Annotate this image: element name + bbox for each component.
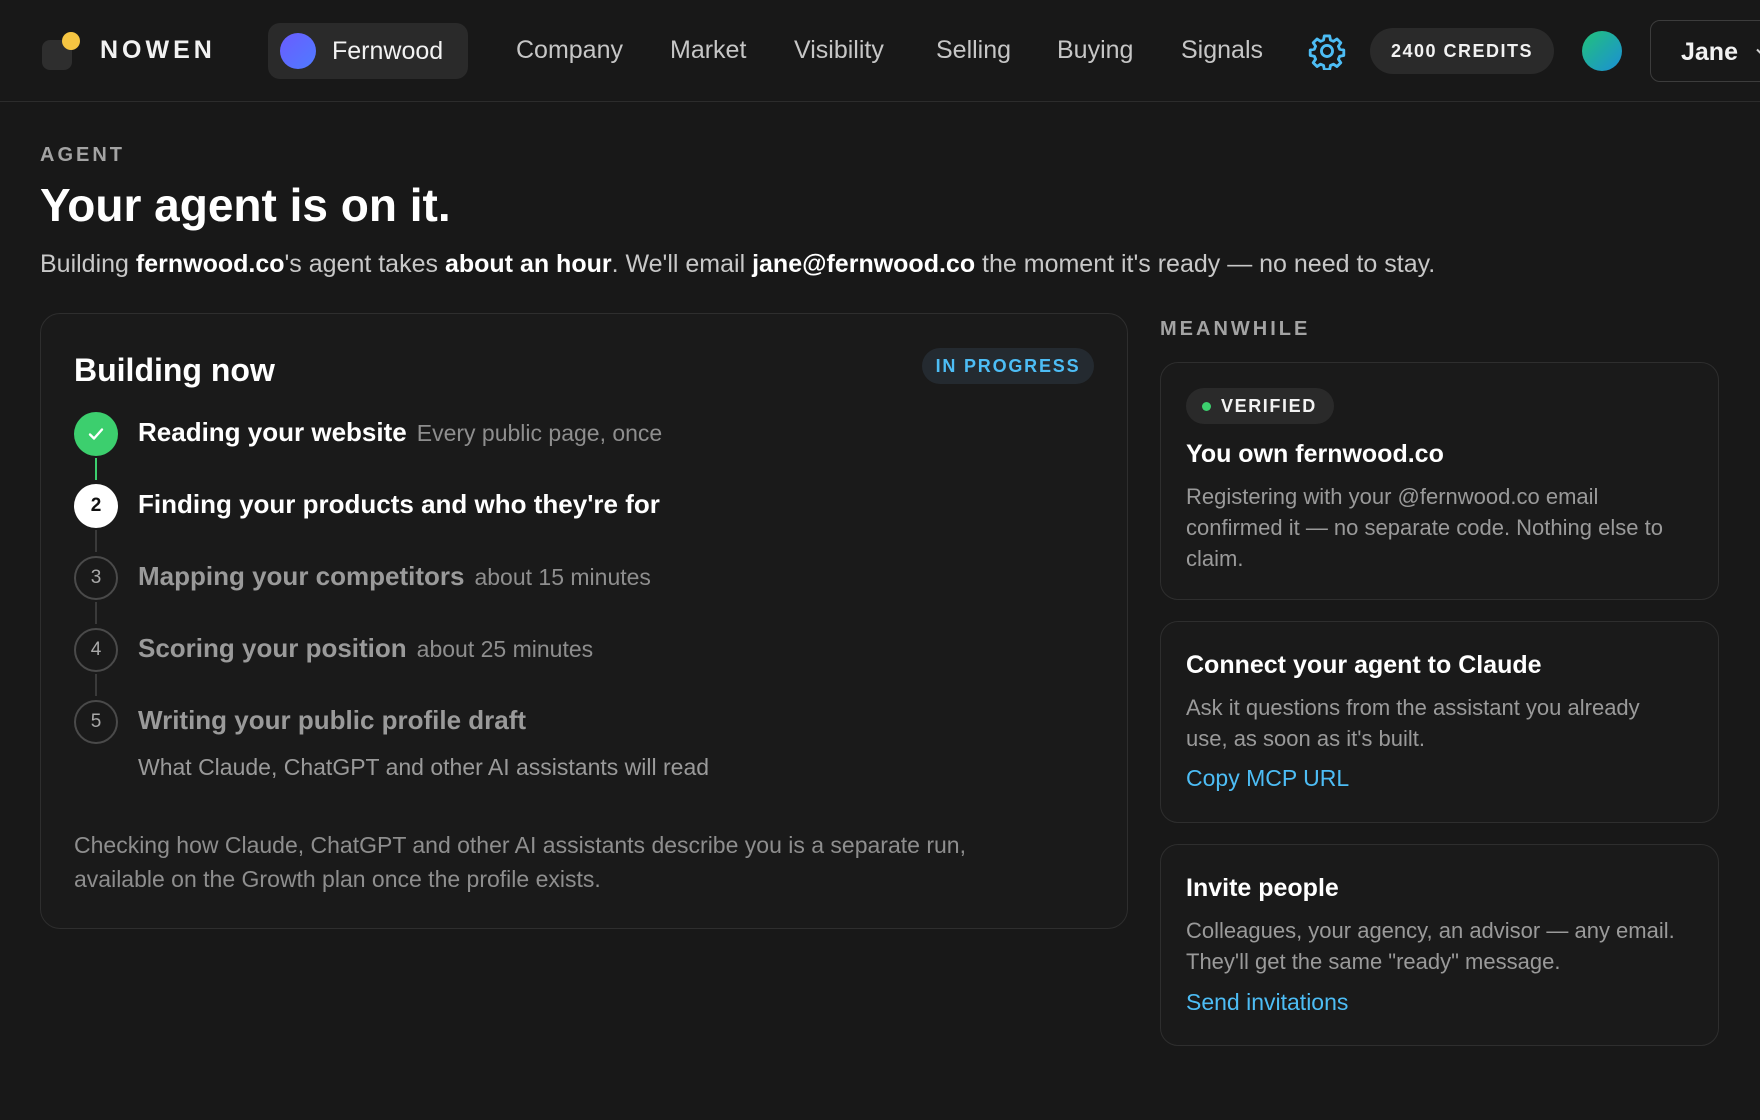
- user-menu-button[interactable]: Jane: [1650, 20, 1760, 82]
- connect-card-body: Ask it questions from the assistant you …: [1186, 695, 1640, 751]
- step-5-title: Writing your public profile draft: [138, 705, 527, 735]
- credits-badge[interactable]: 2400 CREDITS: [1370, 28, 1554, 74]
- step-connector: [95, 458, 97, 480]
- step-4-note: about 25 minutes: [416, 636, 594, 662]
- gear-icon[interactable]: [1308, 32, 1346, 70]
- page-title: Your agent is on it.: [40, 179, 451, 231]
- status-dot-icon: [1202, 401, 1211, 411]
- top-bar: NOWEN Fernwood Company Market Visibility…: [0, 0, 1760, 102]
- page-eyebrow: AGENT: [40, 144, 125, 166]
- duration-text: about an hour: [444, 250, 612, 278]
- step-connector: [95, 602, 97, 624]
- step-connector: [95, 530, 97, 552]
- invite-card-body: Colleagues, your agency, an advisor — an…: [1186, 918, 1675, 974]
- chevron-down-icon: [1756, 48, 1760, 54]
- step-1-title: Reading your website Every public page, o…: [138, 417, 663, 447]
- step-4-title: Scoring your position about 25 minutes: [138, 633, 594, 663]
- step-2-number: 2: [74, 484, 118, 528]
- workspace-name: Fernwood: [332, 36, 444, 65]
- step-3-number: 3: [74, 556, 118, 600]
- domain-text: fernwood.co: [135, 250, 285, 278]
- step-1-note: Every public page, once: [416, 420, 663, 446]
- step-4-number: 4: [74, 628, 118, 672]
- nav-selling[interactable]: Selling: [936, 36, 1011, 65]
- email-text: jane@fernwood.co: [752, 250, 976, 278]
- step-2-title: Finding your products and who they're fo…: [138, 489, 660, 519]
- step-connector: [95, 674, 97, 696]
- user-name: Jane: [1681, 38, 1738, 66]
- connect-card-title: Connect your agent to Claude: [1186, 651, 1542, 679]
- building-footnote: Checking how Claude, ChatGPT and other A…: [74, 832, 966, 892]
- nav-company[interactable]: Company: [516, 36, 623, 65]
- building-card-title: Building now: [74, 352, 275, 388]
- send-invitations-link[interactable]: Send invitations: [1186, 989, 1348, 1016]
- copy-mcp-url-link[interactable]: Copy MCP URL: [1186, 765, 1349, 792]
- avatar[interactable]: [1582, 31, 1622, 71]
- verified-card-body: Registering with your @fernwood.co email…: [1186, 484, 1663, 571]
- nav-buying[interactable]: Buying: [1057, 36, 1133, 65]
- nav-signals[interactable]: Signals: [1181, 36, 1263, 65]
- nav-visibility[interactable]: Visibility: [794, 36, 884, 65]
- verified-card-title: You own fernwood.co: [1186, 440, 1444, 468]
- status-badge: IN PROGRESS: [922, 348, 1094, 384]
- step-5-number: 5: [74, 700, 118, 744]
- nav-market[interactable]: Market: [670, 36, 746, 65]
- verified-badge: VERIFIED: [1186, 388, 1334, 424]
- meanwhile-heading: MEANWHILE: [1160, 318, 1311, 340]
- step-1-check-icon: [74, 412, 118, 456]
- page-subtitle: Building fernwood.co's agent takes about…: [40, 250, 1436, 278]
- step-3-note: about 15 minutes: [474, 564, 651, 590]
- invite-card-title: Invite people: [1186, 874, 1339, 902]
- logo-icon[interactable]: [42, 32, 80, 70]
- step-3-title: Mapping your competitors about 15 minutes: [138, 561, 651, 591]
- workspace-switcher[interactable]: Fernwood: [268, 23, 468, 79]
- workspace-avatar: [280, 33, 316, 69]
- step-5-description: What Claude, ChatGPT and other AI assist…: [138, 754, 710, 780]
- brand-name[interactable]: NOWEN: [100, 36, 216, 65]
